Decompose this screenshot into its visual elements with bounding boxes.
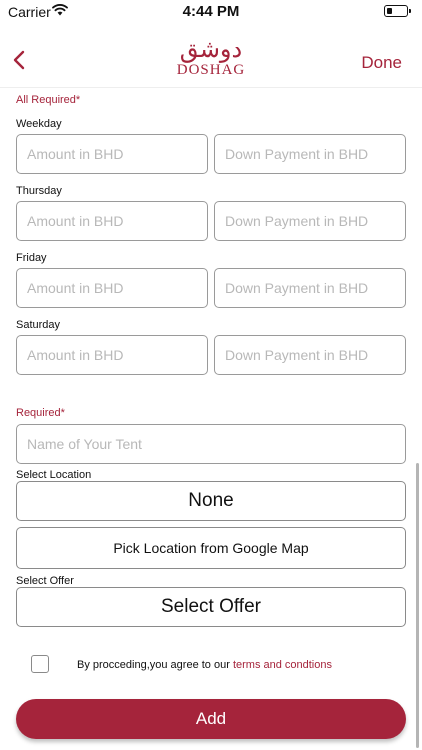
day-label-friday: Friday [16, 252, 47, 264]
weekday-amount-input[interactable] [16, 134, 208, 174]
terms-prefix: By procceding,you agree to our [77, 659, 233, 671]
tent-name-input[interactable] [16, 424, 406, 464]
location-value-button[interactable]: None [16, 481, 406, 521]
day-label-weekday: Weekday [16, 118, 62, 130]
logo-arabic-text: دوشق [179, 35, 243, 63]
scroll-indicator [416, 463, 419, 748]
terms-text: By procceding,you agree to our terms and… [77, 659, 332, 671]
tent-required-note: Required* [16, 407, 65, 419]
thursday-amount-input[interactable] [16, 201, 208, 241]
select-location-label: Select Location [16, 469, 92, 481]
saturday-amount-input[interactable] [16, 335, 208, 375]
logo-latin-text: DOSHAG [176, 62, 246, 78]
select-offer-button[interactable]: Select Offer [16, 587, 406, 627]
status-bar: Carrier 4:44 PM [0, 0, 422, 24]
friday-down-payment-input[interactable] [214, 268, 406, 308]
pick-location-map-button[interactable]: Pick Location from Google Map [16, 527, 406, 569]
nav-bar: دوشق DOSHAG Done [0, 28, 422, 88]
friday-amount-input[interactable] [16, 268, 208, 308]
day-label-thursday: Thursday [16, 185, 62, 197]
select-offer-label: Select Offer [16, 575, 74, 587]
terms-link[interactable]: terms and condtions [233, 659, 332, 671]
saturday-down-payment-input[interactable] [214, 335, 406, 375]
thursday-down-payment-input[interactable] [214, 201, 406, 241]
terms-checkbox[interactable] [31, 655, 49, 673]
status-time: 4:44 PM [182, 3, 240, 20]
scroll-content[interactable]: Price Details All Required* Weekday Thur… [0, 0, 422, 750]
battery-icon [384, 5, 411, 17]
all-required-note: All Required* [16, 94, 81, 106]
done-button[interactable]: Done [361, 53, 402, 73]
app-logo: دوشق DOSHAG [0, 36, 422, 78]
add-button[interactable]: Add [16, 699, 406, 739]
day-label-saturday: Saturday [16, 319, 61, 331]
weekday-down-payment-input[interactable] [214, 134, 406, 174]
